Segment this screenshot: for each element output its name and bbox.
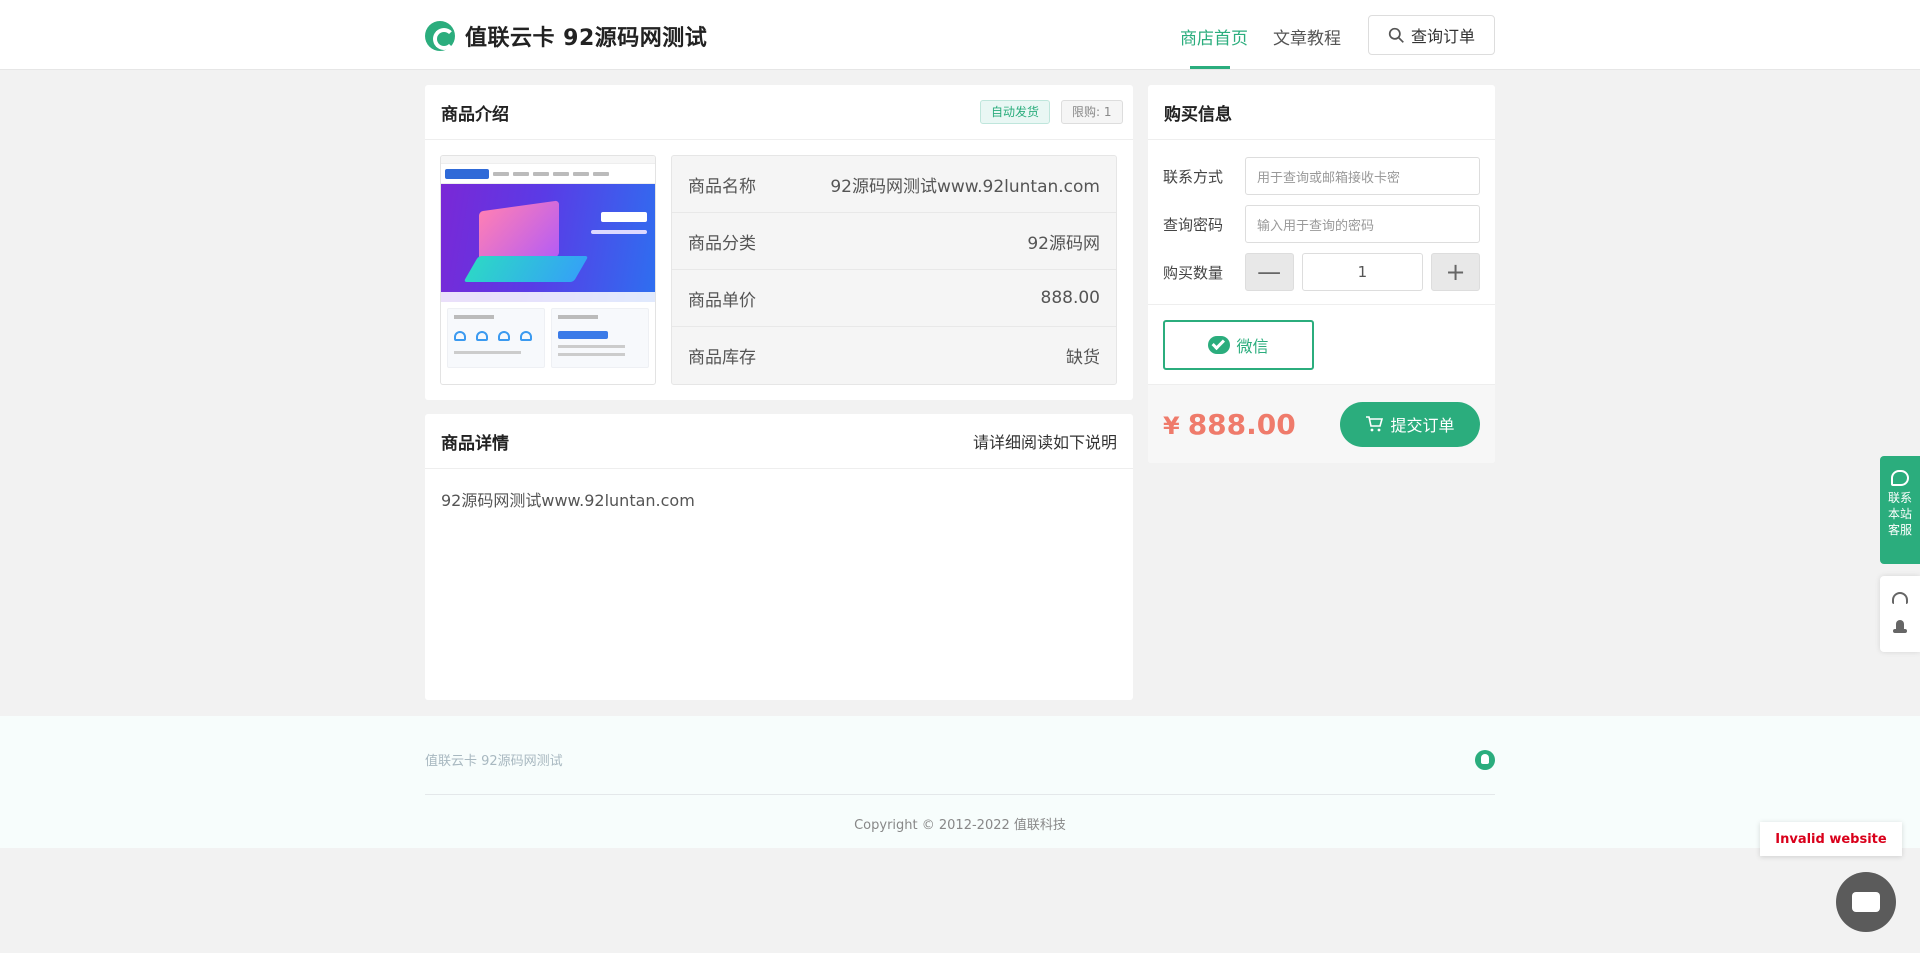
purchase-title: 购买信息 (1164, 104, 1232, 125)
product-info-table: 商品名称 92源码网测试www.92luntan.com 商品分类 92源码网 … (671, 155, 1117, 385)
contact-row: 联系方式 用于查询或邮箱接收卡密 (1163, 152, 1480, 200)
password-row: 查询密码 输入用于查询的密码 (1163, 200, 1480, 248)
footer-divider (425, 794, 1495, 795)
chat-bubble-icon (1891, 470, 1909, 486)
quantity-input[interactable]: 1 (1301, 253, 1424, 291)
quantity-minus-button[interactable]: — (1244, 253, 1294, 291)
thumb-nav-item (533, 171, 549, 176)
info-row-price: 商品单价 888.00 (672, 270, 1116, 327)
headset-icon[interactable] (1892, 592, 1908, 604)
thumb-topbar (441, 156, 655, 164)
payment-methods: 微信 (1148, 305, 1495, 385)
detail-content: 92源码网测试www.92luntan.com (441, 491, 695, 510)
side-toolbar (1880, 576, 1920, 652)
support-text-line: 联系 (1887, 491, 1912, 505)
site-title: 值联云卡 92源码网测试 (465, 26, 708, 51)
total-price: ¥888.00 (1163, 408, 1296, 441)
top-header: 值联云卡 92源码网测试 商店首页 文章教程 查询订单 (0, 0, 1920, 70)
info-value: 92源码网测试www.92luntan.com (830, 176, 1100, 197)
info-value: 缺货 (1066, 348, 1100, 368)
contact-label: 联系方式 (1163, 167, 1224, 186)
footer-service-icon[interactable] (1475, 750, 1495, 770)
info-value: 888.00 (1040, 288, 1100, 308)
contact-input[interactable]: 用于查询或邮箱接收卡密 (1245, 157, 1480, 195)
info-row-category: 商品分类 92源码网 (672, 213, 1116, 270)
info-label: 商品名称 (688, 176, 756, 197)
wechat-pay-button[interactable]: 微信 (1163, 320, 1314, 370)
password-input[interactable]: 输入用于查询的密码 (1245, 205, 1480, 243)
query-order-button[interactable]: 查询订单 (1368, 15, 1495, 55)
thumb-illustration-desk (463, 256, 589, 282)
support-text-line: 客服 (1887, 523, 1912, 537)
submit-order-button[interactable]: 提交订单 (1340, 401, 1480, 447)
purchase-form: 联系方式 用于查询或邮箱接收卡密 查询密码 输入用于查询的密码 购买数量 — 1… (1148, 140, 1495, 305)
thumb-nav-item (553, 171, 569, 176)
thumb-sections (441, 302, 655, 374)
nav-active-indicator (1190, 66, 1230, 69)
copyright-text: Copyright © 2012-2022 值联科技 (854, 818, 1066, 833)
logo-icon (425, 21, 455, 51)
product-image[interactable] (440, 155, 656, 385)
invalid-website-notice: Invalid website (1760, 822, 1902, 856)
product-intro-card: 商品介绍 自动发货 限购: 1 商品名称 92源码网测试www.92luntan… (425, 85, 1133, 400)
quantity-label: 购买数量 (1163, 263, 1224, 282)
chat-widget-button[interactable] (1836, 872, 1896, 932)
wechat-pay-label: 微信 (1236, 337, 1269, 356)
info-label: 商品单价 (688, 290, 756, 311)
auto-delivery-badge: 自动发货 (980, 100, 1051, 124)
detail-note: 请详细阅读如下说明 (972, 433, 1117, 452)
product-detail-card: 商品详情 请详细阅读如下说明 92源码网测试www.92luntan.com (425, 414, 1133, 700)
price-amount: 888.00 (1187, 407, 1296, 441)
info-label: 商品库存 (688, 348, 756, 368)
info-row-name: 商品名称 92源码网测试www.92luntan.com (672, 156, 1116, 213)
thumb-strip (441, 292, 655, 302)
submit-order-label: 提交订单 (1390, 416, 1455, 435)
order-total-bar: ¥888.00 提交订单 (1148, 385, 1495, 463)
currency-symbol: ¥ (1163, 411, 1180, 440)
cart-icon (1366, 416, 1384, 432)
thumb-nav (441, 164, 655, 184)
info-value: 92源码网 (1027, 233, 1100, 254)
nav-article-tutorial[interactable]: 文章教程 (1273, 24, 1341, 49)
nav-shop-home[interactable]: 商店首页 (1180, 24, 1248, 49)
thumb-nav-item (573, 171, 589, 176)
footer-brand: 值联云卡 92源码网测试 (425, 754, 563, 769)
detail-title: 商品详情 (441, 433, 509, 454)
info-label: 商品分类 (688, 233, 756, 254)
thumb-slogan-sub (591, 230, 647, 234)
thumb-nav-item (513, 171, 529, 176)
thumb-box (447, 308, 545, 368)
wechat-icon (1208, 336, 1231, 354)
support-text-line: 本站 (1887, 507, 1912, 521)
thumb-slogan (601, 212, 647, 222)
purchase-card: 购买信息 联系方式 用于查询或邮箱接收卡密 查询密码 输入用于查询的密码 购买数… (1148, 85, 1495, 463)
contact-support-tab[interactable]: 联系 本站 客服 (1880, 456, 1920, 564)
thumb-banner (441, 184, 655, 302)
quantity-row: 购买数量 — 1 + (1163, 248, 1480, 296)
quantity-plus-button[interactable]: + (1431, 253, 1480, 291)
password-label: 查询密码 (1163, 215, 1224, 234)
search-icon (1388, 27, 1404, 43)
site-logo[interactable]: 值联云卡 92源码网测试 (425, 20, 707, 52)
info-row-stock: 商品库存 缺货 (672, 327, 1116, 384)
purchase-limit-badge: 限购: 1 (1061, 100, 1123, 124)
query-order-label: 查询订单 (1410, 27, 1475, 46)
thumb-nav-item (593, 171, 609, 176)
purchase-header: 购买信息 (1148, 85, 1495, 140)
thumb-box (551, 308, 649, 368)
thumb-nav-item (493, 171, 509, 176)
detail-header: 商品详情 请详细阅读如下说明 (425, 414, 1133, 469)
thumb-logo (445, 168, 489, 179)
back-to-top-icon[interactable] (1892, 620, 1908, 636)
intro-title: 商品介绍 (441, 104, 509, 125)
site-footer: 值联云卡 92源码网测试 Copyright © 2012-2022 值联科技 (0, 716, 1920, 848)
